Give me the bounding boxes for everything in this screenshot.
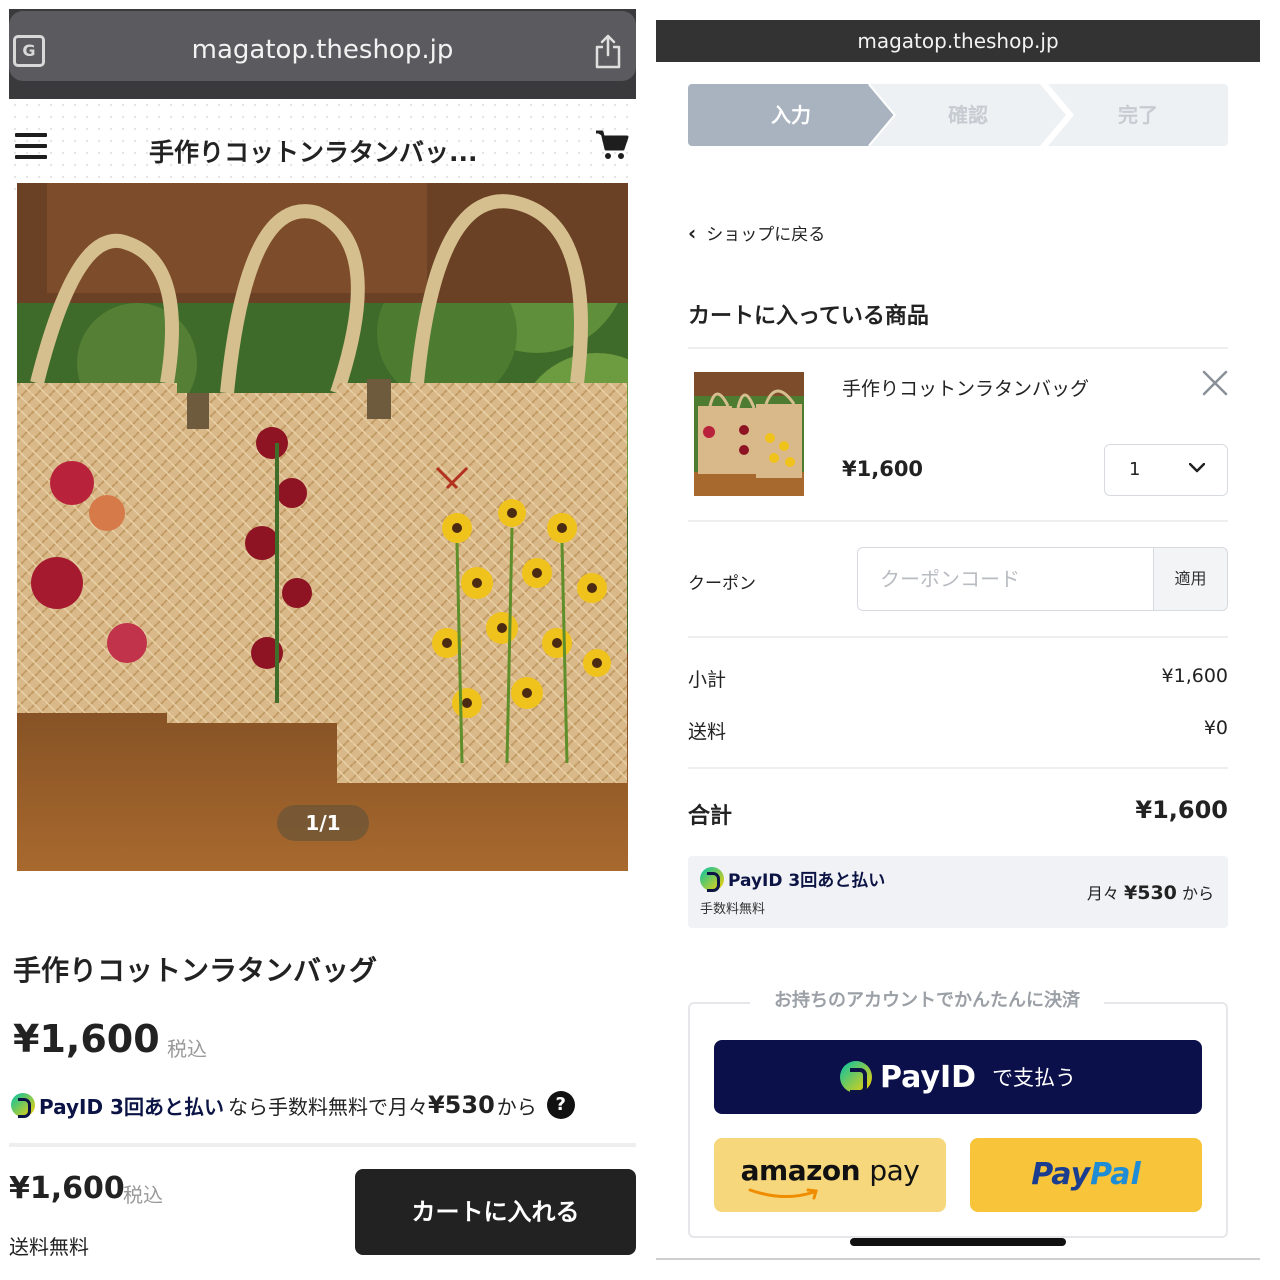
cart-page-screen: magatop.theshop.jp 入力 確認 完了 ‹ ショップに戻る カー… — [656, 20, 1260, 1260]
back-to-shop-link[interactable]: ‹ ショップに戻る — [688, 220, 826, 246]
payid-installment-info: PayID 3回あと払い なら手数料無料で月々 ¥530 から ? — [11, 1089, 575, 1121]
payid-amount: ¥530 — [427, 1091, 495, 1119]
home-indicator — [850, 1238, 1066, 1246]
payid-logo-icon — [700, 866, 724, 892]
step-complete: 完了 — [1048, 84, 1228, 146]
quantity-select[interactable]: 1 — [1104, 444, 1228, 496]
total-label: 合計 — [688, 804, 733, 829]
payid-text: なら手数料無料で月々 — [227, 1094, 428, 1119]
amazon-pay-word: pay — [869, 1154, 920, 1187]
payid-pay-button[interactable]: PayID で支払う — [714, 1040, 1202, 1114]
divider — [688, 520, 1228, 522]
step-input: 入力 — [688, 84, 894, 146]
payid-logo-icon — [11, 1093, 35, 1118]
quantity-value: 1 — [1129, 459, 1141, 480]
total-value: ¥1,600 — [1135, 796, 1228, 824]
hamburger-menu-icon[interactable] — [15, 133, 47, 159]
help-icon[interactable]: ? — [546, 1091, 575, 1119]
share-icon[interactable] — [593, 33, 623, 69]
payid-fee-label: 手数料無料 — [700, 902, 766, 917]
monthly-prefix: 月々 — [1086, 884, 1119, 903]
payid-monthly: 月々 ¥530 から — [1087, 880, 1214, 904]
add-to-cart-button[interactable]: カートに入れる — [355, 1169, 636, 1255]
divider — [688, 636, 1228, 638]
shipping-value: ¥0 — [1203, 717, 1228, 739]
account-payment-title: お持ちのアカウントでかんたんに決済 — [750, 986, 1104, 1012]
subtotal-value: ¥1,600 — [1161, 665, 1228, 687]
product-photo[interactable] — [17, 183, 628, 871]
divider — [688, 767, 1228, 769]
divider — [9, 1143, 636, 1147]
payid-installment-box: PayID 3回あと払い 手数料無料 月々 ¥530 から — [688, 856, 1228, 928]
checkout-steps: 入力 確認 完了 — [688, 84, 1228, 146]
product-price: ¥1,600 — [13, 1017, 160, 1061]
paypal-word-2: Pal — [1090, 1157, 1141, 1192]
footer-tax-label: 税込 — [123, 1183, 163, 1207]
payid-brand: PayID 3回あと払い — [728, 871, 886, 891]
product-page-screen: G magatop.theshop.jp 手作りコットンラタンバッ... 1/1… — [9, 9, 636, 1271]
paypal-button[interactable]: PayPal — [970, 1138, 1202, 1212]
monthly-amount: ¥530 — [1124, 882, 1177, 904]
coupon-label: クーポン — [688, 574, 756, 594]
cart-section-title: カートに入っている商品 — [688, 304, 929, 329]
payid-suffix: から — [496, 1094, 537, 1119]
coupon-code-input[interactable] — [857, 547, 1153, 611]
subtotal-label: 小計 — [688, 669, 727, 691]
chevron-left-icon: ‹ — [688, 220, 697, 245]
payid-logo-icon — [839, 1061, 872, 1094]
monthly-suffix: から — [1181, 884, 1214, 903]
amazon-word: amazon — [740, 1154, 861, 1187]
divider — [688, 347, 1228, 349]
amazon-pay-logo: amazon pay — [741, 1154, 920, 1187]
cart-icon[interactable] — [595, 129, 629, 161]
browser-address-bar[interactable]: magatop.theshop.jp — [656, 20, 1260, 62]
shop-header: 手作りコットンラタンバッ... — [9, 99, 636, 191]
url-text: magatop.theshop.jp — [191, 35, 454, 65]
image-counter: 1/1 — [277, 805, 369, 841]
payid-button-text: で支払う — [992, 1066, 1077, 1090]
back-link-label: ショップに戻る — [706, 225, 826, 245]
remove-item-icon[interactable] — [1200, 368, 1230, 398]
cart-item-price: ¥1,600 — [842, 457, 924, 481]
chevron-down-icon — [1189, 463, 1205, 473]
url-pill[interactable]: G magatop.theshop.jp — [9, 11, 636, 81]
header-title: 手作りコットンラタンバッ... — [149, 138, 478, 167]
divider — [656, 1258, 1260, 1260]
payid-brand: PayID 3回あと払い — [39, 1094, 224, 1119]
product-name: 手作りコットンラタンバッグ — [13, 954, 378, 987]
rattan-bags-image — [17, 183, 628, 871]
tax-label: 税込 — [167, 1037, 207, 1061]
amazon-smile-icon — [748, 1188, 818, 1200]
payid-button-brand: PayID — [879, 1059, 977, 1095]
paypal-word-1: Pay — [1031, 1157, 1091, 1192]
step-confirm: 確認 — [870, 84, 1066, 146]
apply-coupon-button[interactable]: 適用 — [1153, 547, 1228, 611]
footer-price: ¥1,600 — [9, 1171, 125, 1206]
shipping-free-label: 送料無料 — [9, 1235, 89, 1259]
browser-address-bar: G magatop.theshop.jp — [9, 9, 636, 99]
cart-item-thumbnail — [694, 372, 804, 496]
shipping-label: 送料 — [688, 721, 727, 743]
amazon-pay-button[interactable]: amazon pay — [714, 1138, 946, 1212]
cart-item-name: 手作りコットンラタンバッグ — [842, 378, 1090, 400]
